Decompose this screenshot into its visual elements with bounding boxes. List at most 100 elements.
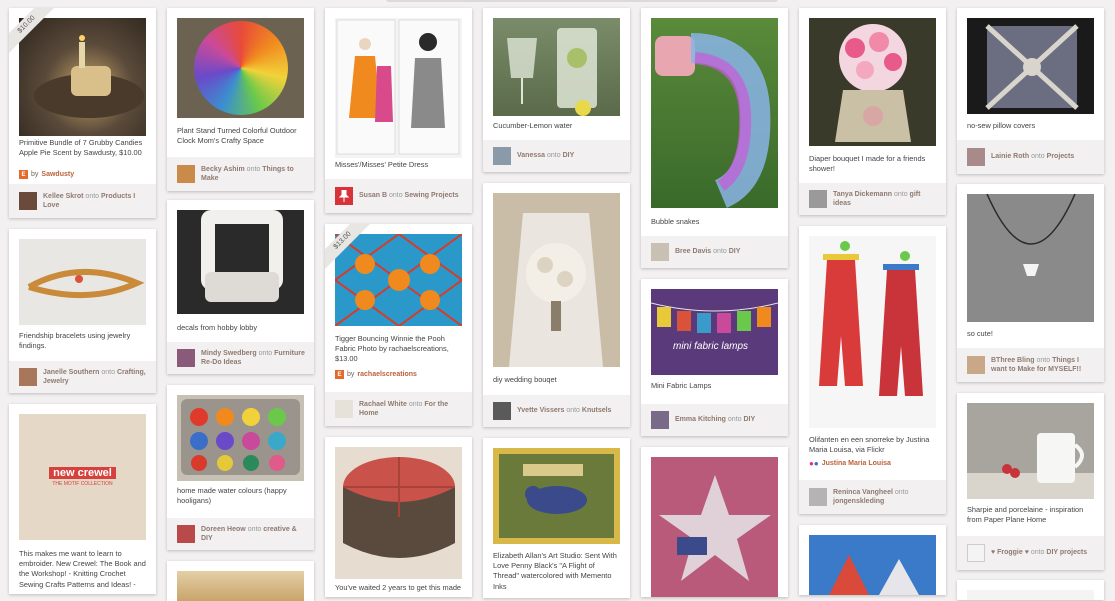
necklace-image[interactable] <box>967 194 1094 322</box>
avatar[interactable] <box>19 192 37 210</box>
pin-card[interactable]: new crewel THE MOTIF COLLECTION This mak… <box>9 404 156 594</box>
avatar[interactable] <box>967 544 985 562</box>
chair-image[interactable] <box>177 210 304 314</box>
overalls-image[interactable] <box>809 236 936 428</box>
avatar[interactable] <box>19 368 37 386</box>
onto-label: onto <box>246 165 261 173</box>
diaper-bouquet-image[interactable] <box>809 18 936 146</box>
board-name[interactable]: Projects <box>1047 153 1075 160</box>
pillow-image[interactable] <box>967 18 1094 114</box>
pin-card[interactable]: decals from hobby lobby Mindy Swedberg o… <box>167 200 314 374</box>
candles-image[interactable] <box>19 18 146 136</box>
blank-image[interactable] <box>967 590 1094 600</box>
pin-card[interactable]: Olifanten en een snorreke by Justina Mar… <box>799 226 946 514</box>
source-name[interactable]: Justina Maria Louisa <box>822 460 891 467</box>
board-name[interactable]: jongenskleding <box>833 498 884 505</box>
pin-card[interactable]: diy wedding bouqet Yvette Vissers onto K… <box>483 183 630 427</box>
pin-description: so cute! <box>967 329 993 338</box>
user-name[interactable]: Emma Kitching <box>675 416 726 423</box>
bride-bouquet-image[interactable] <box>493 193 620 367</box>
avatar[interactable] <box>809 488 827 506</box>
avatar[interactable] <box>651 243 669 261</box>
source-name[interactable]: Sawdusty <box>41 171 74 178</box>
rainbow-clock-image[interactable] <box>177 18 304 118</box>
board-name[interactable]: DIY <box>563 152 575 159</box>
pin-footer: ♥ Froggie ♥ onto DIY projects <box>957 536 1104 570</box>
user-name[interactable]: Kellee Skrot <box>43 193 83 200</box>
board-name[interactable]: Sewing Projects <box>405 192 459 199</box>
user-name[interactable]: ♥ Froggie ♥ <box>991 549 1029 556</box>
pin-card[interactable]: $10.00 Primitive Bundle of 7 Grubby Cand… <box>9 8 156 218</box>
bird-card-image[interactable] <box>493 448 620 544</box>
pin-card[interactable]: Cucumber-Lemon water Vanessa onto DIY <box>483 8 630 172</box>
pushpin-icon[interactable] <box>335 187 353 205</box>
user-name[interactable]: Mindy Swedberg <box>201 350 257 357</box>
board-name[interactable]: DIY projects <box>1046 549 1087 556</box>
avatar[interactable] <box>651 411 669 429</box>
pin-card[interactable]: home made water colours (happy hooligans… <box>167 385 314 550</box>
pin-card[interactable]: You've waited 2 years to get this made <box>325 437 472 597</box>
pin-card[interactable]: $13.00 Tigger Bouncing Winnie the Pooh F… <box>325 224 472 426</box>
avatar[interactable] <box>493 147 511 165</box>
paint-tray-image[interactable] <box>177 395 304 481</box>
pin-card[interactable] <box>957 580 1104 600</box>
dress-pattern-image[interactable] <box>335 18 462 158</box>
user-name[interactable]: Bree Davis <box>675 248 711 255</box>
origami-image[interactable] <box>809 535 936 595</box>
mug-image[interactable] <box>967 403 1094 499</box>
avatar[interactable] <box>177 349 195 367</box>
ottoman-graphic <box>343 457 455 558</box>
pin-card[interactable]: Plant Stand Turned Colorful Outdoor Cloc… <box>167 8 314 191</box>
avatar[interactable] <box>809 190 827 208</box>
user-name[interactable]: Janelle Southern <box>43 369 99 376</box>
pin-card[interactable]: no-sew pillow covers Lainie Roth onto Pr… <box>957 8 1104 174</box>
avatar[interactable] <box>177 525 195 543</box>
user-name[interactable]: Lainie Roth <box>991 153 1029 160</box>
bubble-snake-image[interactable] <box>651 18 778 208</box>
user-name[interactable]: BThree Bling <box>991 357 1035 364</box>
usa-star-image[interactable] <box>651 457 778 597</box>
etsy-icon: E <box>19 170 28 179</box>
board-name[interactable]: DIY <box>729 248 741 255</box>
bracelet-image[interactable] <box>19 239 146 325</box>
pin-description: Sharpie and porcelaine - inspiration fro… <box>967 505 1084 525</box>
pin-card[interactable]: Friendship bracelets using jewelry findi… <box>9 229 156 393</box>
board-name[interactable]: Knutsels <box>582 407 612 414</box>
avatar[interactable] <box>967 356 985 374</box>
avatar[interactable] <box>967 148 985 166</box>
user-name[interactable]: Yvette Vissers <box>517 407 564 414</box>
pin-description: Primitive Bundle of 7 Grubby Candies App… <box>19 138 143 158</box>
pin-source[interactable]: E by rachaelscreations <box>335 370 462 379</box>
pin-card[interactable]: Bubble snakes Bree Davis onto DIY <box>641 8 788 268</box>
pin-card[interactable]: so cute! BThree Bling onto Things I want… <box>957 184 1104 382</box>
user-name[interactable]: Becky Ashim <box>201 166 245 173</box>
water-glass-image[interactable] <box>493 18 620 116</box>
user-name[interactable]: Vanessa <box>517 152 545 159</box>
user-name[interactable]: Rachael White <box>359 401 407 408</box>
source-name[interactable]: rachaelscreations <box>357 371 417 378</box>
pin-description: home made water colours (happy hooligans… <box>177 486 287 506</box>
fabric-lamps-image[interactable]: mini fabric lamps <box>651 289 778 375</box>
user-name[interactable]: Tanya Dickemann <box>833 191 892 198</box>
tigger-board-image[interactable] <box>335 234 462 326</box>
user-name[interactable]: Susan B <box>359 192 387 199</box>
pin-card[interactable] <box>167 561 314 601</box>
ottoman-image[interactable] <box>335 447 462 579</box>
pin-source[interactable]: ●● Justina Maria Louisa <box>809 459 936 468</box>
pin-card[interactable]: Misses'/Misses' Petite Dress Susan B ont… <box>325 8 472 213</box>
book-cover-image[interactable]: new crewel THE MOTIF COLLECTION <box>19 414 146 540</box>
board-name[interactable]: DIY <box>743 416 755 423</box>
pin-card[interactable]: Sharpie and porcelaine - inspiration fro… <box>957 393 1104 570</box>
pin-card[interactable]: mini fabric lamps Mini Fabric Lamps Emma… <box>641 279 788 436</box>
wooden-box-image[interactable] <box>177 571 304 601</box>
user-name[interactable]: Reninca Vangheel <box>833 489 893 496</box>
avatar[interactable] <box>493 402 511 420</box>
pin-card[interactable] <box>641 447 788 597</box>
avatar[interactable] <box>335 400 353 418</box>
pin-source[interactable]: E by Sawdusty <box>19 170 146 179</box>
avatar[interactable] <box>177 165 195 183</box>
pin-card[interactable]: Diaper bouquet I made for a friends show… <box>799 8 946 215</box>
pin-description: This makes me want to learn to embroider… <box>19 549 146 589</box>
pin-card[interactable]: Elizabeth Allan's Art Studio: Sent With … <box>483 438 630 598</box>
user-name[interactable]: Doreen Heow <box>201 526 246 533</box>
